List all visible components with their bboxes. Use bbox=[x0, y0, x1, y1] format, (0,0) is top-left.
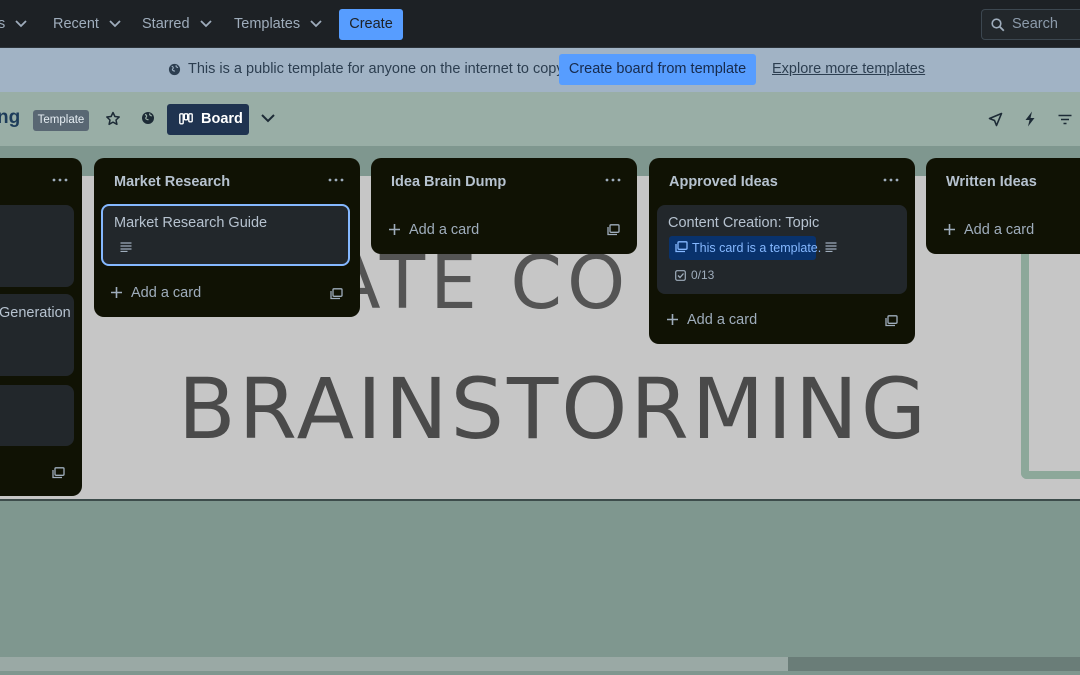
board-view-label: Board bbox=[201, 111, 243, 127]
search-placeholder: Search bbox=[1012, 16, 1058, 32]
list-card[interactable] bbox=[0, 385, 74, 446]
nav-starred-menu[interactable]: Starred bbox=[142, 13, 212, 35]
nav-templates-label: Templates bbox=[234, 16, 301, 32]
megaphone-icon[interactable] bbox=[988, 112, 1003, 127]
star-icon[interactable] bbox=[105, 111, 121, 127]
card-title: Generation bbox=[0, 305, 71, 321]
chevron-down-icon[interactable] bbox=[261, 114, 275, 123]
add-card-button[interactable]: Add a card bbox=[110, 285, 201, 301]
horizontal-scrollbar-thumb[interactable] bbox=[0, 657, 788, 671]
add-card-label: Add a card bbox=[131, 285, 202, 301]
template-card-badge: This card is a template. bbox=[669, 236, 821, 260]
template-badge-label: This card is a template. bbox=[692, 241, 822, 255]
list-title[interactable]: Approved Ideas bbox=[669, 174, 778, 190]
board-view-button[interactable]: Board bbox=[167, 104, 249, 135]
add-card-button[interactable]: Add a card bbox=[943, 222, 1034, 238]
top-navigation: s Recent Starred Templates Create Search bbox=[0, 0, 1080, 48]
plus-icon bbox=[944, 224, 955, 235]
checklist-count: 0/13 bbox=[691, 268, 715, 282]
background-frame-decoration bbox=[1021, 216, 1080, 479]
card-market-research-guide[interactable]: Market Research Guide bbox=[101, 204, 350, 266]
plus-icon bbox=[111, 287, 122, 298]
globe-icon[interactable] bbox=[141, 111, 155, 125]
list-card[interactable] bbox=[0, 205, 74, 287]
list-title[interactable]: Market Research bbox=[114, 174, 230, 190]
add-card-button[interactable]: Add a card bbox=[388, 222, 479, 238]
chevron-down-icon bbox=[15, 20, 27, 28]
description-icon bbox=[825, 242, 837, 252]
list-idea-brain-dump: Idea Brain Dump Add a card bbox=[371, 158, 637, 254]
filter-icon[interactable] bbox=[1058, 114, 1072, 125]
template-banner: This is a public template for anyone on … bbox=[0, 48, 1080, 92]
card-title: Content Creation: Topic bbox=[668, 215, 820, 231]
add-card-label: Add a card bbox=[687, 312, 758, 328]
banner-message: This is a public template for anyone on … bbox=[188, 61, 567, 77]
nav-workspaces-label: s bbox=[0, 16, 6, 32]
description-icon bbox=[120, 242, 132, 252]
template-badge: Template bbox=[33, 110, 89, 131]
list-title[interactable]: Idea Brain Dump bbox=[391, 174, 506, 190]
template-icon bbox=[675, 241, 688, 253]
explore-templates-link[interactable]: Explore more templates bbox=[772, 61, 925, 77]
nav-recent-menu[interactable]: Recent bbox=[53, 13, 121, 35]
nav-templates-menu[interactable]: Templates bbox=[234, 13, 322, 35]
board-header: ng Template Board bbox=[0, 92, 1080, 146]
checklist-badge: 0/13 bbox=[675, 268, 714, 282]
list-title[interactable]: Written Ideas bbox=[946, 174, 1037, 190]
create-button[interactable]: Create bbox=[339, 9, 403, 40]
board-title[interactable]: ng bbox=[0, 107, 20, 129]
add-card-label: Add a card bbox=[409, 222, 480, 238]
checklist-icon bbox=[675, 270, 686, 281]
list-approved-ideas: Approved Ideas Content Creation: Topic T… bbox=[649, 158, 915, 344]
more-icon[interactable] bbox=[326, 172, 346, 188]
more-icon[interactable] bbox=[881, 172, 901, 188]
globe-icon bbox=[168, 63, 181, 76]
more-icon[interactable] bbox=[603, 172, 623, 188]
list-partial: Generation bbox=[0, 158, 82, 496]
more-icon[interactable] bbox=[50, 172, 70, 188]
list-market-research: Market Research Market Research Guide Ad… bbox=[94, 158, 360, 317]
plus-icon bbox=[389, 224, 400, 235]
add-card-button[interactable]: Add a card bbox=[666, 312, 757, 328]
list-written-ideas: Written Ideas Add a card bbox=[926, 158, 1080, 254]
chevron-down-icon bbox=[310, 20, 322, 28]
lightning-icon[interactable] bbox=[1024, 111, 1036, 127]
background-text-line2: BRAINSTORMING bbox=[178, 360, 929, 458]
nav-recent-label: Recent bbox=[53, 16, 99, 32]
chevron-down-icon bbox=[109, 20, 121, 28]
template-icon[interactable] bbox=[52, 467, 65, 479]
card-content-creation-topic[interactable]: Content Creation: Topic This card is a t… bbox=[657, 205, 907, 294]
list-card[interactable]: Generation bbox=[0, 294, 74, 376]
card-title: Market Research Guide bbox=[114, 215, 268, 231]
template-icon[interactable] bbox=[885, 315, 898, 327]
chevron-down-icon bbox=[199, 20, 212, 28]
nav-starred-label: Starred bbox=[142, 16, 190, 32]
template-icon[interactable] bbox=[607, 224, 620, 236]
nav-workspaces-menu[interactable]: s bbox=[0, 13, 27, 35]
create-board-from-template-button[interactable]: Create board from template bbox=[559, 54, 756, 85]
search-input[interactable]: Search bbox=[981, 9, 1080, 40]
search-icon bbox=[991, 18, 1005, 32]
add-card-label: Add a card bbox=[964, 222, 1035, 238]
board-icon bbox=[179, 113, 193, 125]
plus-icon bbox=[667, 314, 678, 325]
template-icon[interactable] bbox=[330, 288, 343, 300]
